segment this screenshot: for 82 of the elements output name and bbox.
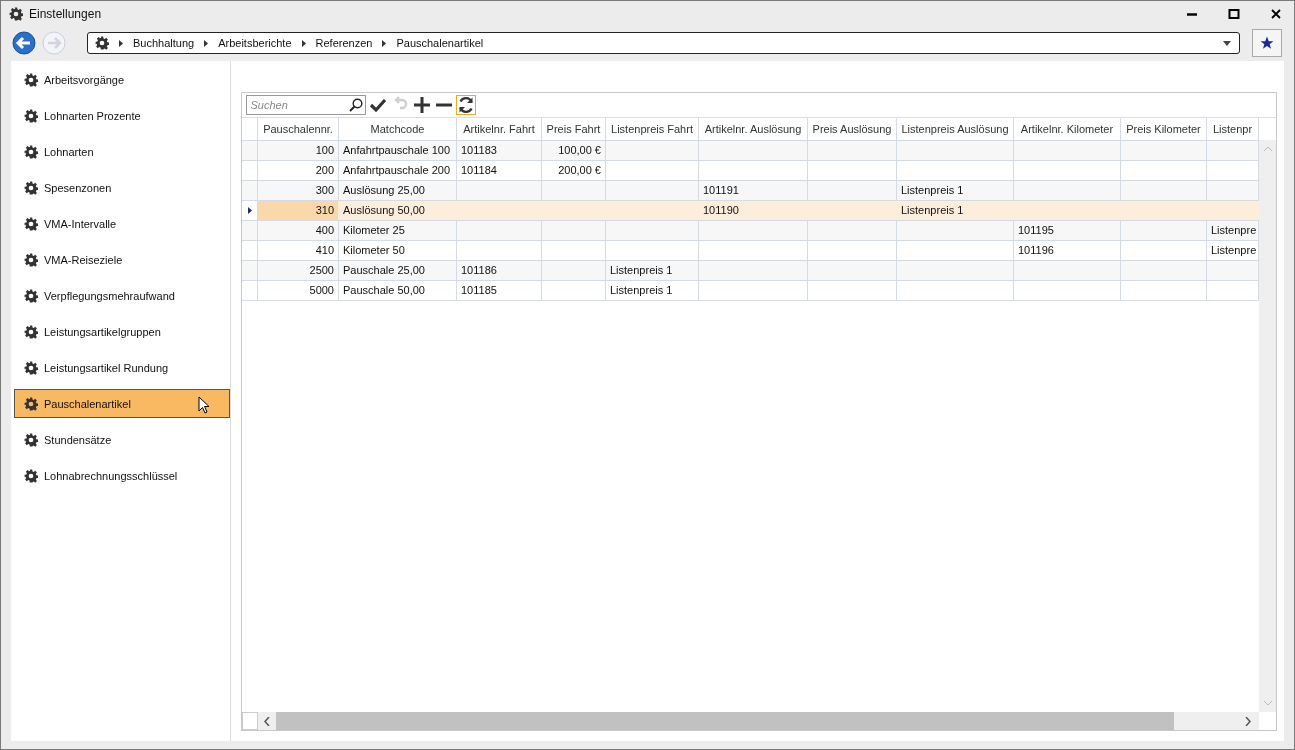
column-header[interactable]: Artikelnr. Auslösung bbox=[698, 118, 808, 140]
gear-icon bbox=[24, 180, 38, 195]
chevron-icon bbox=[382, 39, 387, 47]
gear-icon bbox=[24, 144, 38, 159]
chevron-icon bbox=[119, 39, 123, 47]
column-header[interactable]: Listenpreis Fahrt bbox=[605, 118, 699, 140]
plus-icon bbox=[412, 96, 431, 114]
gear-icon bbox=[24, 360, 38, 375]
scroll-right-icon[interactable] bbox=[1245, 716, 1251, 726]
gear-icon bbox=[9, 7, 23, 21]
dropdown-caret-icon[interactable] bbox=[1223, 40, 1231, 46]
minimize-icon bbox=[1187, 12, 1197, 16]
sidebar-item[interactable]: VMA-Intervalle bbox=[14, 209, 230, 238]
chevron-icon bbox=[204, 39, 209, 47]
scroll-down-icon[interactable] bbox=[1263, 701, 1272, 706]
column-header[interactable]: Pauschalennr. bbox=[257, 118, 339, 140]
sidebar-item[interactable]: Leistungsartikelgruppen bbox=[14, 317, 230, 346]
breadcrumb-item[interactable]: Buchhaltung bbox=[133, 37, 195, 49]
star-icon bbox=[1260, 36, 1274, 50]
row-header[interactable] bbox=[241, 200, 258, 220]
table-cell: Listenpreis 1 bbox=[605, 280, 699, 300]
table-cell: 200,00 € bbox=[541, 160, 606, 180]
gear-icon bbox=[24, 252, 38, 267]
minus-icon bbox=[435, 103, 452, 107]
gear-icon bbox=[24, 216, 38, 231]
mouse-pointer-icon bbox=[198, 396, 210, 414]
maximize-icon bbox=[1228, 8, 1240, 20]
sidebar-item[interactable]: Verpflegungsmehraufwand bbox=[14, 281, 230, 310]
search-field[interactable]: Suchen bbox=[245, 95, 366, 115]
table-cell: 410 bbox=[257, 240, 339, 260]
table-cell: Pauschale 50,00 bbox=[338, 280, 457, 300]
favorite-button[interactable] bbox=[1252, 29, 1282, 57]
column-header[interactable]: Matchcode bbox=[338, 118, 457, 140]
chevron-icon bbox=[301, 39, 306, 47]
gear-icon bbox=[24, 396, 38, 411]
back-button[interactable] bbox=[11, 30, 37, 56]
vertical-scrollbar[interactable] bbox=[1259, 140, 1276, 712]
gear-icon bbox=[24, 468, 38, 483]
search-icon bbox=[348, 98, 363, 112]
address-bar[interactable]: Buchhaltung Arbeitsberichte Referenzen Pauschalenartikel bbox=[87, 32, 1240, 54]
table-cell: 5000 bbox=[257, 280, 339, 300]
close-icon bbox=[1270, 8, 1282, 20]
sidebar-item[interactable]: Pauschalenartikel bbox=[14, 389, 230, 418]
breadcrumb-item[interactable]: Arbeitsberichte bbox=[218, 37, 292, 49]
current-row-icon bbox=[247, 207, 252, 214]
sidebar-item[interactable]: Stundensätze bbox=[14, 425, 230, 454]
column-header[interactable]: Preis Kilometer bbox=[1120, 118, 1207, 140]
column-header[interactable]: Artikelnr. Kilometer bbox=[1013, 118, 1121, 140]
table-cell: 101196 bbox=[1013, 240, 1121, 260]
column-header[interactable]: Artikelnr. Fahrt bbox=[456, 118, 542, 140]
checkmark-icon bbox=[368, 96, 387, 114]
table-cell: Listenpre bbox=[1206, 240, 1259, 260]
breadcrumb-item[interactable]: Referenzen bbox=[315, 37, 373, 49]
column-header[interactable]: Listenpr bbox=[1206, 118, 1259, 140]
refresh-button[interactable] bbox=[455, 95, 476, 115]
sidebar-item[interactable]: Leistungsartikel Rundung bbox=[14, 353, 230, 382]
scroll-up-icon[interactable] bbox=[1263, 146, 1272, 151]
gear-icon bbox=[24, 324, 38, 339]
table-cell: 101184 bbox=[456, 160, 542, 180]
column-header[interactable]: Preis Fahrt bbox=[541, 118, 606, 140]
refresh-icon bbox=[456, 96, 475, 114]
column-header[interactable]: Preis Auslösung bbox=[807, 118, 897, 140]
sidebar-item[interactable]: VMA-Reiseziele bbox=[14, 245, 230, 274]
table-cell: 101185 bbox=[456, 280, 542, 300]
add-button[interactable] bbox=[411, 95, 432, 115]
window-title: Einstellungen bbox=[29, 7, 102, 21]
sidebar-item[interactable]: Arbeitsvorgänge bbox=[14, 65, 230, 94]
breadcrumb-item[interactable]: Pauschalenartikel bbox=[396, 37, 484, 49]
gear-icon bbox=[95, 36, 109, 50]
gear-icon bbox=[24, 108, 38, 123]
column-header[interactable]: Listenpreis Auslösung bbox=[896, 118, 1014, 140]
sidebar-item[interactable]: Lohnabrechnungsschlüssel bbox=[14, 461, 230, 490]
scroll-left-icon[interactable] bbox=[263, 716, 270, 726]
sidebar-item[interactable]: Lohnarten Prozente bbox=[14, 101, 230, 130]
gear-icon bbox=[24, 432, 38, 447]
table-cell: Kilometer 50 bbox=[338, 240, 457, 260]
sidebar-item[interactable]: Lohnarten bbox=[14, 137, 230, 166]
table-cell: Anfahrtpauschale 200 bbox=[338, 160, 457, 180]
table-cell: 200 bbox=[257, 160, 339, 180]
sidebar-item[interactable]: Spesenzonen bbox=[14, 173, 230, 202]
gear-icon bbox=[24, 72, 38, 87]
gear-icon bbox=[24, 288, 38, 303]
